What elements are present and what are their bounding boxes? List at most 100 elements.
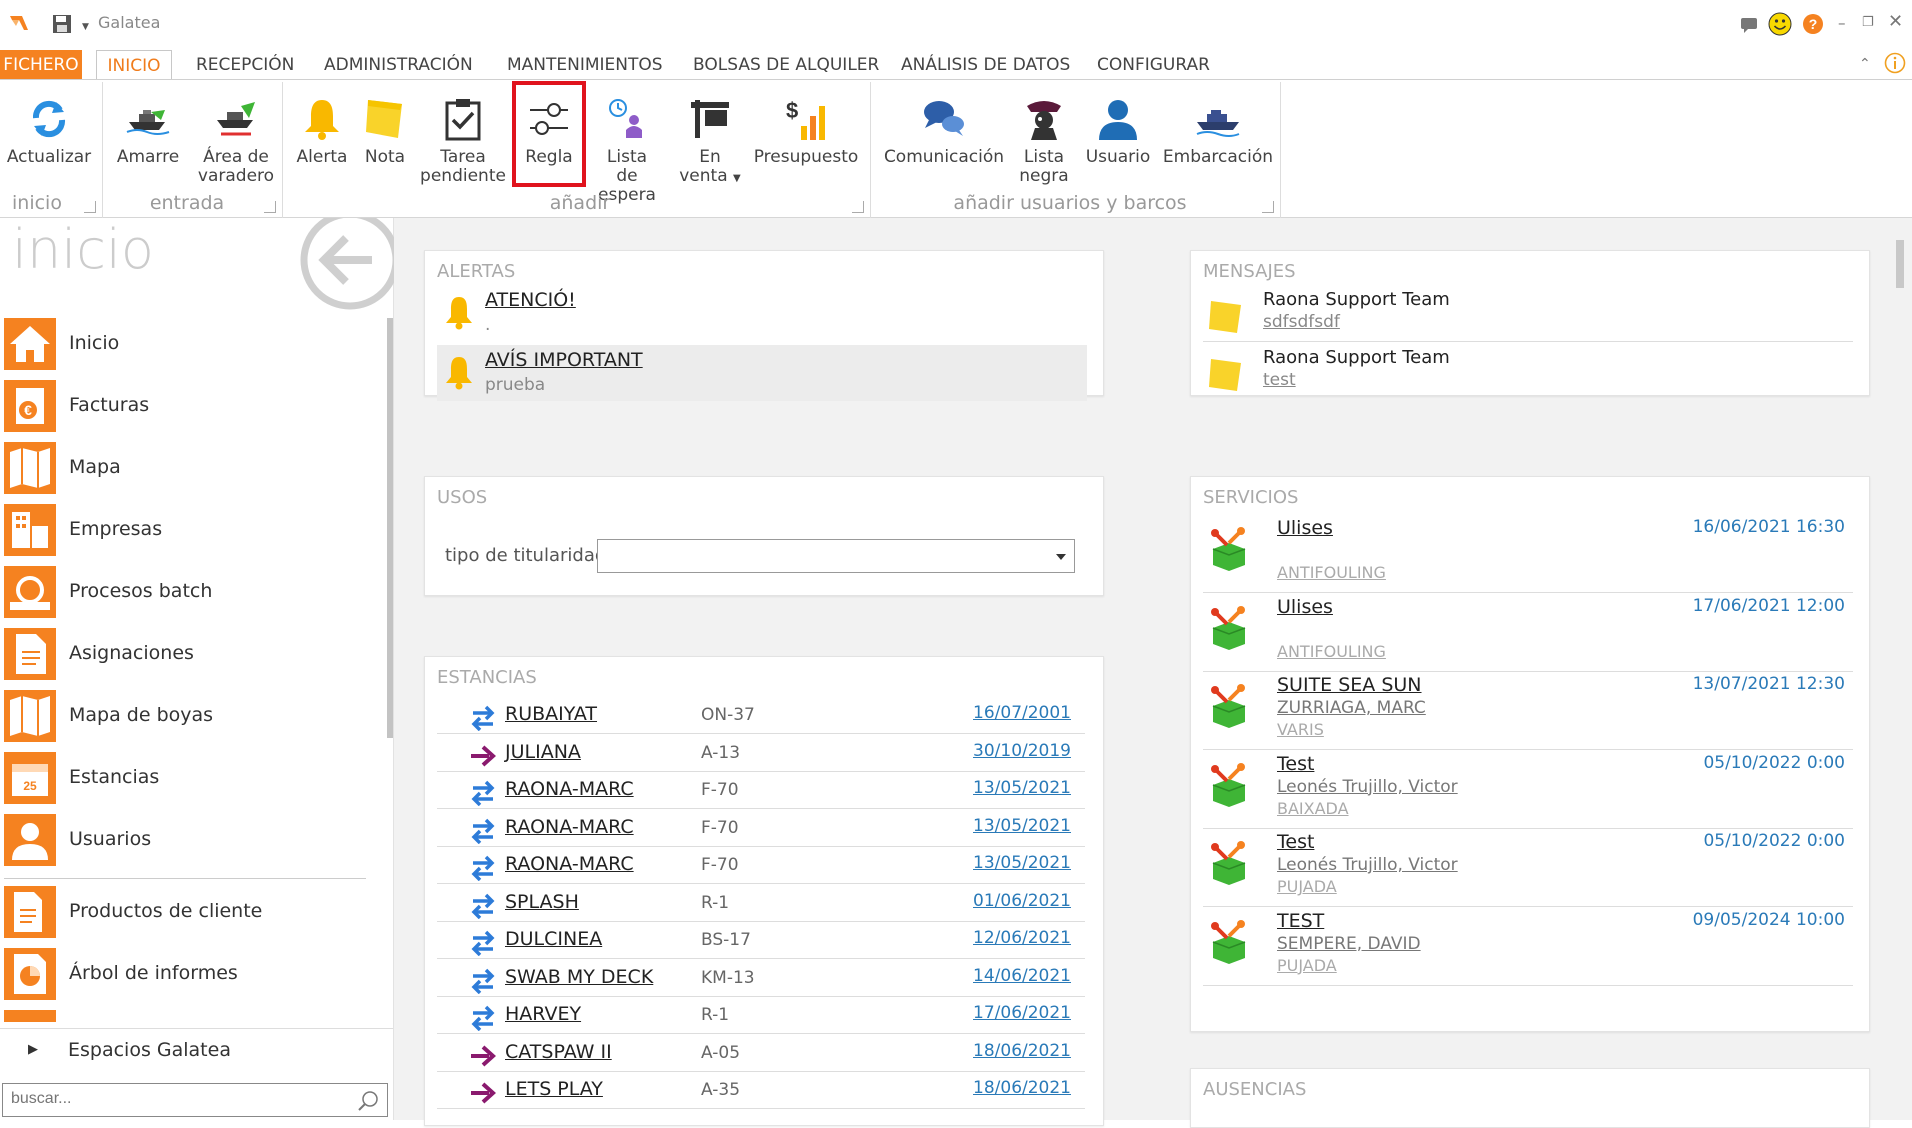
amarre-button[interactable]: Amarre — [112, 96, 184, 167]
tab-bolsas-de-alquiler[interactable]: BOLSAS DE ALQUILER — [681, 50, 891, 80]
collapse-ribbon-icon[interactable]: ⌃ — [1859, 56, 1871, 72]
servicio-row[interactable]: SUITE SEA SUN ZURRIAGA, MARC VARIS 13/07/20… — [1203, 672, 1853, 750]
presupuesto-button[interactable]: $ Presupuesto — [752, 96, 860, 167]
sidebar-item-mapa[interactable]: Mapa — [4, 442, 384, 498]
minimize-button[interactable]: – — [1838, 14, 1846, 32]
estancia-date[interactable]: 18/06/2021 — [973, 1078, 1071, 1098]
estancia-row[interactable]: HARVEY R-1 17/06/2021 — [437, 997, 1085, 1034]
estancia-name[interactable]: RAONA-MARC — [505, 778, 634, 800]
save-icon[interactable] — [52, 14, 72, 34]
estancia-row[interactable]: RAONA-MARC F-70 13/05/2021 — [437, 810, 1085, 847]
tab-fichero[interactable]: FICHERO — [0, 50, 82, 80]
estancia-name[interactable]: CATSPAW II — [505, 1041, 612, 1063]
search-input[interactable] — [3, 1084, 333, 1114]
tab-analisis-de-datos[interactable]: ANÁLISIS DE DATOS — [889, 50, 1082, 80]
sidebar-item-mapa-de-boyas[interactable]: Mapa de boyas — [4, 690, 384, 746]
estancia-row[interactable]: DULCINEA BS-17 12/06/2021 — [437, 922, 1085, 959]
estancia-name[interactable]: LETS PLAY — [505, 1078, 603, 1100]
estancia-date[interactable]: 13/05/2021 — [973, 778, 1071, 798]
servicio-type[interactable]: BAIXADA — [1277, 799, 1349, 818]
group-launcher-icon[interactable] — [1262, 201, 1274, 213]
estancia-name[interactable]: RAONA-MARC — [505, 853, 634, 875]
sidebar-item-empresas[interactable]: Empresas — [4, 504, 384, 560]
estancia-name[interactable]: SPLASH — [505, 891, 579, 913]
estancia-name[interactable]: RUBAIYAT — [505, 703, 597, 725]
restore-button[interactable]: ❐ — [1862, 15, 1874, 30]
en-venta-button[interactable]: En venta ▼ — [672, 96, 748, 188]
galatea-logo-icon[interactable] — [8, 12, 30, 34]
estancia-row[interactable]: RAONA-MARC F-70 13/05/2021 — [437, 847, 1085, 884]
help-icon[interactable]: ? — [1802, 13, 1824, 35]
message-item[interactable]: Raona Support Team sdfsdfsdf — [1203, 285, 1853, 342]
group-launcher-icon[interactable] — [264, 201, 276, 213]
estancia-date[interactable]: 13/05/2021 — [973, 853, 1071, 873]
alert-title[interactable]: AVÍS IMPORTANT — [485, 349, 643, 371]
estancia-date[interactable]: 18/06/2021 — [973, 1041, 1071, 1061]
area-de-varadero-button[interactable]: Área de varadero — [192, 96, 280, 186]
servicio-name[interactable]: Ulises — [1277, 517, 1333, 539]
estancia-date[interactable]: 01/06/2021 — [973, 891, 1071, 911]
quick-access-dropdown-icon[interactable]: ▼ — [82, 22, 89, 32]
estancia-row[interactable]: SPLASH R-1 01/06/2021 — [437, 885, 1085, 922]
sidebar-item-inicio[interactable]: Inicio — [4, 318, 384, 374]
alert-item[interactable]: AVÍS IMPORTANT prueba — [437, 345, 1087, 401]
lista-de-espera-button[interactable]: Lista de espera — [588, 96, 666, 205]
usuario-button[interactable]: Usuario — [1082, 96, 1154, 167]
estancia-row[interactable]: JULIANA A-13 30/10/2019 — [437, 735, 1085, 772]
chat-icon[interactable] — [1740, 16, 1758, 34]
estancia-date[interactable]: 14/06/2021 — [973, 966, 1071, 986]
lista-negra-button[interactable]: Lista negra — [1012, 96, 1076, 186]
estancia-row[interactable]: RUBAIYAT ON-37 16/07/2001 — [437, 697, 1085, 734]
group-launcher-icon[interactable] — [852, 201, 864, 213]
tarea-pendiente-button[interactable]: Tarea pendiente — [420, 96, 506, 186]
servicio-type[interactable]: VARIS — [1277, 720, 1324, 739]
servicio-name[interactable]: Test — [1277, 753, 1314, 775]
message-item[interactable]: Raona Support Team test — [1203, 343, 1853, 400]
sidebar-item-arbol-de-informes[interactable]: Árbol de informes — [4, 948, 384, 1004]
servicio-name[interactable]: SUITE SEA SUN — [1277, 674, 1422, 696]
tab-mantenimientos[interactable]: MANTENIMIENTOS — [495, 50, 675, 80]
sidebar-item-procesos-batch[interactable]: Procesos batch — [4, 566, 384, 622]
servicio-row[interactable]: Test Leonés Trujillo, Victor BAIXADA 05/10/… — [1203, 751, 1853, 829]
tab-inicio[interactable]: INICIO — [96, 50, 172, 80]
servicio-type[interactable]: ANTIFOULING — [1277, 563, 1386, 582]
estancia-date[interactable]: 13/05/2021 — [973, 816, 1071, 836]
estancia-name[interactable]: RAONA-MARC — [505, 816, 634, 838]
sidebar-item-productos-de-cliente[interactable]: Productos de cliente — [4, 886, 384, 942]
servicio-row[interactable]: TEST SEMPERE, DAVID PUJADA 09/05/2024 10:00 — [1203, 908, 1853, 986]
estancia-row[interactable]: LETS PLAY A-35 18/06/2021 — [437, 1072, 1085, 1109]
smiley-icon[interactable] — [1768, 12, 1792, 36]
servicio-type[interactable]: PUJADA — [1277, 956, 1337, 975]
sidebar-scrollbar[interactable] — [387, 318, 393, 738]
servicio-type[interactable]: ANTIFOULING — [1277, 642, 1386, 661]
estancia-name[interactable]: SWAB MY DECK — [505, 966, 653, 988]
embarcacion-button[interactable]: Embarcación — [1160, 96, 1276, 167]
back-arrow-icon[interactable] — [296, 218, 396, 318]
nota-button[interactable]: Nota — [356, 96, 414, 167]
estancia-date[interactable]: 12/06/2021 — [973, 928, 1071, 948]
actualizar-button[interactable]: Actualizar — [6, 96, 92, 167]
tipo-de-titularidad-select[interactable] — [597, 539, 1075, 573]
estancia-date[interactable]: 16/07/2001 — [973, 703, 1071, 723]
sidebar-item-estancias[interactable]: 25 Estancias — [4, 752, 384, 808]
servicio-name[interactable]: TEST — [1277, 910, 1324, 932]
sidebar-item-usuarios[interactable]: Usuarios — [4, 814, 384, 870]
search-icon[interactable] — [357, 1090, 379, 1112]
estancia-date[interactable]: 30/10/2019 — [973, 741, 1071, 761]
servicio-owner[interactable]: ZURRIAGA, MARC — [1277, 698, 1426, 718]
info-icon[interactable] — [1884, 52, 1906, 74]
main-scrollbar[interactable] — [1896, 240, 1904, 288]
servicio-owner[interactable]: Leonés Trujillo, Victor — [1277, 777, 1458, 797]
servicio-type[interactable]: PUJADA — [1277, 877, 1337, 896]
servicio-row[interactable]: Test Leonés Trujillo, Victor PUJADA 05/10/2… — [1203, 829, 1853, 907]
sidebar-item-asignaciones[interactable]: Asignaciones — [4, 628, 384, 684]
message-text[interactable]: test — [1263, 370, 1296, 390]
espacios-galatea-toggle[interactable]: ▶ Espacios Galatea — [0, 1028, 393, 1072]
servicio-name[interactable]: Ulises — [1277, 596, 1333, 618]
estancia-row[interactable]: SWAB MY DECK KM-13 14/06/2021 — [437, 960, 1085, 997]
estancia-row[interactable]: RAONA-MARC F-70 13/05/2021 — [437, 772, 1085, 809]
alert-title[interactable]: ATENCIÓ! — [485, 289, 576, 311]
estancia-name[interactable]: JULIANA — [505, 741, 581, 763]
tab-administracion[interactable]: ADMINISTRACIÓN — [312, 50, 485, 80]
tab-recepcion[interactable]: RECEPCIÓN — [184, 50, 306, 80]
